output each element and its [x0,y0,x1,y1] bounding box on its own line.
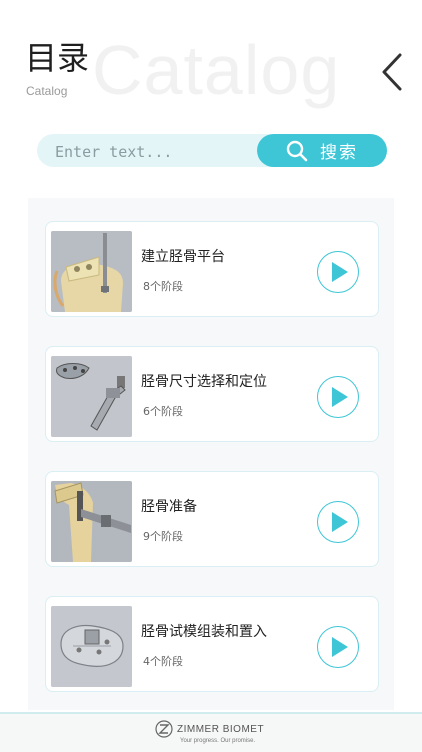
chevron-left-icon [382,53,402,91]
search-input[interactable] [53,134,277,169]
brand-tagline: Your progress. Our promise. [180,738,256,744]
play-button[interactable] [317,501,359,543]
zimmer-biomet-logo-icon [155,720,173,738]
catalog-item-2[interactable]: 胫骨尺寸选择和定位 6个阶段 [45,346,379,442]
footer-brand: ZIMMER BIOMET [155,720,264,738]
item-thumbnail [51,606,132,687]
play-icon [332,387,348,407]
play-icon [332,262,348,282]
catalog-watermark: Catalog [92,31,341,109]
item-title: 胫骨准备 [141,499,197,515]
search-button-label: 搜索 [320,143,358,163]
item-thumbnail [51,481,132,562]
catalog-item-4[interactable]: 胫骨试模组装和置入 4个阶段 [45,596,379,692]
play-icon [332,512,348,532]
catalog-list: 建立胫骨平台 8个阶段 胫骨尺寸选择和定位 6个阶段 胫骨准备 9个阶段 胫骨试… [28,198,394,710]
play-icon [332,637,348,657]
search-icon [286,140,308,161]
catalog-item-3[interactable]: 胫骨准备 9个阶段 [45,471,379,567]
item-title: 胫骨尺寸选择和定位 [141,374,267,390]
page-title: 目录 [25,39,90,77]
play-button[interactable] [317,626,359,668]
page-subtitle: Catalog [26,84,68,98]
item-stages: 4个阶段 [143,655,183,668]
brand-name: ZIMMER BIOMET [177,723,265,735]
item-title: 胫骨试模组装和置入 [141,624,267,640]
item-thumbnail [51,356,132,437]
item-stages: 9个阶段 [143,530,183,543]
play-button[interactable] [317,251,359,293]
item-title: 建立胫骨平台 [141,249,225,265]
search-bar: 搜索 [37,134,387,169]
item-stages: 6个阶段 [143,405,183,418]
item-stages: 8个阶段 [143,280,183,293]
back-button[interactable] [378,52,410,92]
catalog-item-1[interactable]: 建立胫骨平台 8个阶段 [45,221,379,317]
item-thumbnail [51,231,132,312]
play-button[interactable] [317,376,359,418]
search-button[interactable]: 搜索 [257,134,387,167]
footer: ZIMMER BIOMET Your progress. Our promise… [0,712,422,752]
